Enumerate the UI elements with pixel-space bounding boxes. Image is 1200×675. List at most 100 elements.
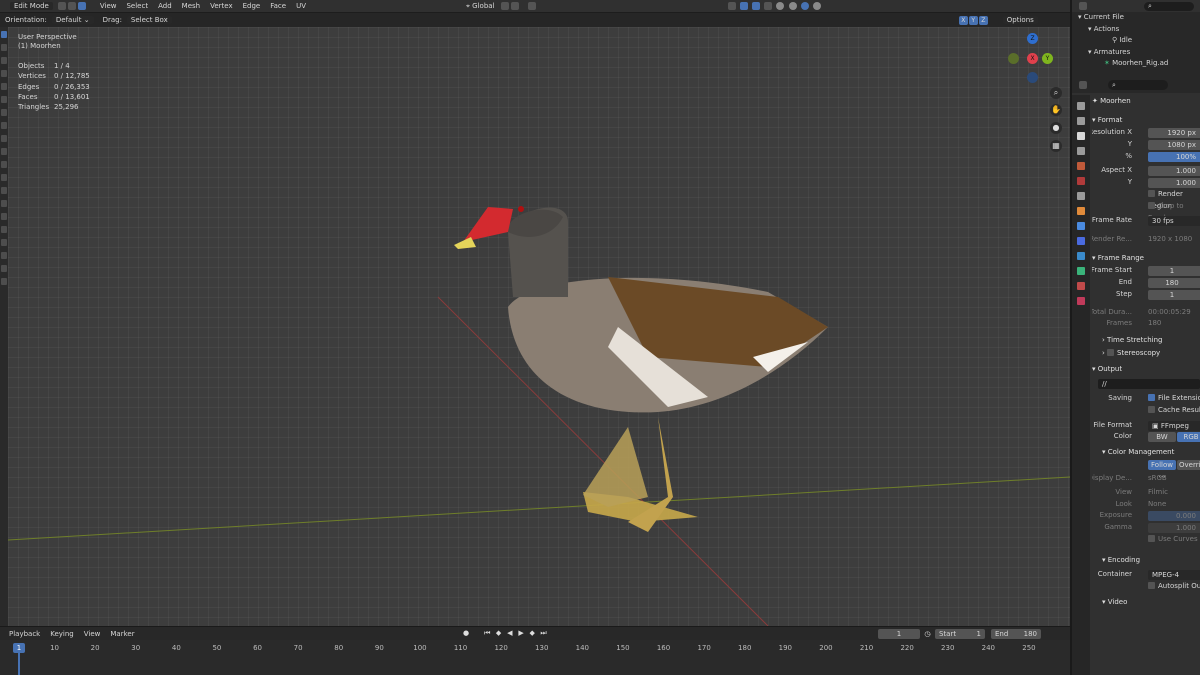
autosplit-checkbox[interactable]: Autosplit Output (1092, 581, 1200, 593)
zoom-icon[interactable]: ⌕ (1050, 87, 1062, 99)
knife-tool-icon[interactable] (1, 187, 7, 194)
menu-vertex[interactable]: Vertex (205, 2, 238, 10)
mirror-y-button[interactable]: Y (968, 15, 978, 25)
resolution-x-field[interactable]: 1920 px (1148, 128, 1200, 138)
color-rgb-button[interactable]: RGB (1177, 432, 1200, 443)
solid-shading-icon[interactable] (788, 2, 797, 10)
proportional-icon[interactable] (527, 2, 536, 10)
mirror-z-button[interactable]: Z (978, 15, 988, 25)
spin-tool-icon[interactable] (1, 213, 7, 220)
end-frame-field[interactable]: End 180 (990, 628, 1041, 639)
wireframe-shading-icon[interactable] (776, 2, 785, 10)
timeline-menu-marker[interactable]: Marker (105, 630, 139, 638)
outliner-search[interactable]: ⌕ (1144, 1, 1194, 11)
prev-keyframe-icon[interactable]: ◆ (494, 629, 503, 637)
properties-search[interactable]: ⌕ (1108, 80, 1168, 90)
menu-uv[interactable]: UV (291, 2, 311, 10)
follow-scene-button[interactable]: Follow ... (1148, 460, 1176, 479)
render-region-checkbox[interactable]: Render Region (1092, 189, 1200, 210)
timeline-menu-view[interactable]: View (79, 630, 106, 638)
options-dropdown[interactable]: Options (1002, 16, 1038, 24)
menu-view[interactable]: View (95, 2, 122, 10)
play-icon[interactable]: ▶ (517, 629, 526, 637)
outliner-row[interactable]: ▾ Actions (1072, 24, 1200, 36)
crop-to-render-checkbox[interactable]: Crop to Render (1092, 201, 1200, 222)
aspect-y-field[interactable]: 1.000 (1148, 178, 1200, 189)
mirror-x-button[interactable]: X (958, 15, 968, 25)
clock-icon[interactable]: ◷ (923, 630, 932, 638)
grid-perspective-icon[interactable]: ▦ (1050, 140, 1062, 152)
select-box-tool-icon[interactable] (1, 31, 7, 38)
physics-tab-icon[interactable] (1077, 252, 1085, 260)
frame-range-panel-header[interactable]: ▾ Frame Range (1092, 252, 1200, 265)
color-bw-button[interactable]: BW (1148, 432, 1176, 443)
menu-edge[interactable]: Edge (238, 2, 266, 10)
gizmo-y-axis[interactable]: Y (1042, 53, 1053, 64)
current-frame-field[interactable]: 1 (877, 628, 920, 639)
modifier-tab-icon[interactable] (1077, 222, 1085, 230)
frame-start-field[interactable]: 1 (1148, 266, 1200, 277)
overlay-icon[interactable] (751, 2, 760, 10)
scale-tool-icon[interactable] (1, 83, 7, 90)
gizmo-neg-y-axis[interactable] (1008, 53, 1019, 64)
resolution-percent-field[interactable]: 100% (1148, 151, 1200, 162)
stereoscopy-panel-header[interactable]: › Stereoscopy (1092, 347, 1200, 360)
camera-icon[interactable]: ● (1050, 122, 1062, 134)
color-management-panel-header[interactable]: ▾ Color Management (1092, 446, 1200, 459)
drag-dropdown[interactable]: Select Box (126, 16, 172, 24)
orientation-dropdown[interactable]: Default ⌄ (51, 16, 94, 24)
render-tab-icon[interactable] (1077, 117, 1085, 125)
mode-dropdown[interactable]: Edit Mode (10, 2, 53, 10)
start-frame-field[interactable]: Start 1 (934, 628, 985, 639)
tool-tab-icon[interactable] (1077, 102, 1085, 110)
menu-add[interactable]: Add (153, 2, 177, 10)
frame-rate-dropdown[interactable]: 30 fps (1148, 215, 1200, 226)
particles-tab-icon[interactable] (1077, 237, 1085, 245)
shrink-tool-icon[interactable] (1, 252, 7, 259)
gizmo-x-axis[interactable]: X (1027, 53, 1038, 64)
outliner-row[interactable]: ⚲ Idle (1072, 35, 1200, 47)
gizmo-neg-z-axis[interactable] (1027, 72, 1038, 83)
rip-tool-icon[interactable] (1, 278, 7, 285)
menu-select[interactable]: Select (121, 2, 153, 10)
annotate-tool-icon[interactable] (1, 109, 7, 116)
cache-result-checkbox[interactable]: Cache Result (1148, 405, 1200, 417)
select-mode-group[interactable] (57, 2, 87, 10)
data-tab-icon[interactable] (1077, 267, 1085, 275)
frame-step-field[interactable]: 1 (1148, 289, 1200, 300)
jump-start-icon[interactable]: ⏮ (483, 629, 492, 638)
rendered-shading-icon[interactable] (813, 2, 822, 10)
frame-end-field[interactable]: 180 (1148, 277, 1200, 288)
view-layer-tab-icon[interactable] (1077, 147, 1085, 155)
properties-editor-icon[interactable] (1079, 81, 1087, 89)
snap-icon[interactable] (510, 2, 519, 10)
rotate-tool-icon[interactable] (1, 70, 7, 77)
3d-viewport[interactable]: User Perspective (1) Moorhen Objects 1 / … (8, 27, 1070, 626)
move-tool-icon[interactable] (1, 57, 7, 64)
visibility-icon[interactable] (727, 2, 736, 10)
transform-orientation-dropdown[interactable]: ⌖ Global (461, 2, 500, 11)
shear-tool-icon[interactable] (1, 265, 7, 272)
poly-build-tool-icon[interactable] (1, 200, 7, 207)
face-select-icon[interactable] (77, 2, 86, 10)
timeline-menu-keying[interactable]: Keying (45, 630, 79, 638)
play-reverse-icon[interactable]: ◀ (505, 629, 514, 637)
timeline-menu-playback[interactable]: Playback (4, 630, 45, 638)
video-panel-header[interactable]: ▾ Video (1092, 596, 1200, 609)
record-icon[interactable]: ● (462, 629, 471, 637)
aspect-x-field[interactable]: 1.000 (1148, 166, 1200, 177)
inset-tool-icon[interactable] (1, 148, 7, 155)
collection-tab-icon[interactable] (1077, 192, 1085, 200)
gizmo-icon[interactable] (739, 2, 748, 10)
menu-mesh[interactable]: Mesh (177, 2, 205, 10)
transform-tool-icon[interactable] (1, 96, 7, 103)
measure-tool-icon[interactable] (1, 122, 7, 129)
texture-tab-icon[interactable] (1077, 297, 1085, 305)
outliner-row[interactable]: ✶ Moorhen_Rig.ad (1072, 58, 1200, 70)
scene-tab-icon[interactable] (1077, 162, 1085, 170)
timeline-area[interactable]: 1 10 20 30 40 50 60 70 80 90 100 110 120 130 140 150 16… (0, 640, 1070, 675)
outliner-display-mode-icon[interactable] (1079, 2, 1087, 10)
pivot-icon[interactable] (500, 2, 509, 10)
vertex-select-icon[interactable] (57, 2, 66, 10)
menu-face[interactable]: Face (265, 2, 291, 10)
